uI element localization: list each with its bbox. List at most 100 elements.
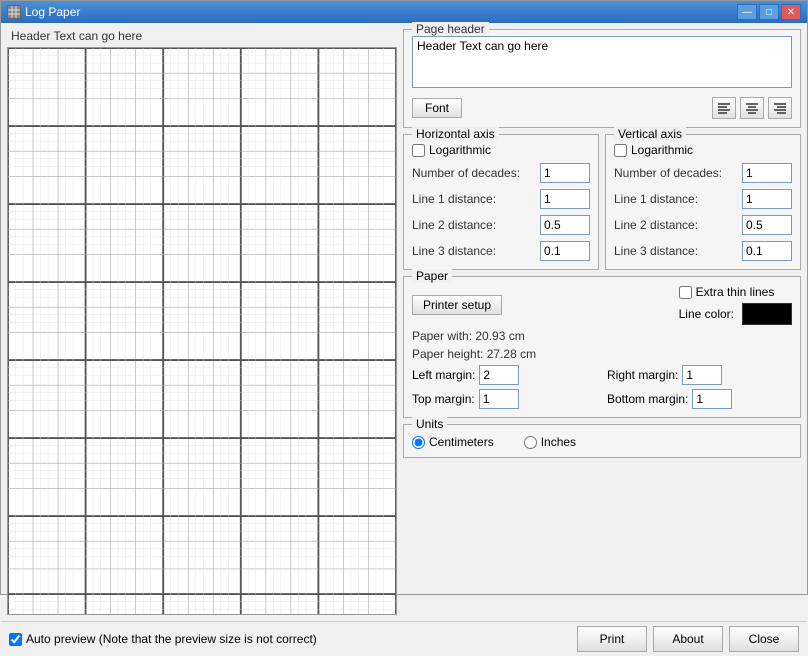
bottom-margin-label: Bottom margin:: [607, 392, 688, 406]
h-logarithmic-checkbox[interactable]: [412, 144, 425, 157]
log-paper-svg: [8, 48, 396, 614]
left-margin-pair: Left margin:: [412, 365, 597, 385]
extra-thin-row: Extra thin lines: [679, 285, 792, 299]
top-margin-input[interactable]: [479, 389, 519, 409]
font-align-row: Font: [412, 97, 792, 119]
print-button[interactable]: Print: [577, 626, 647, 652]
left-margin-input[interactable]: [479, 365, 519, 385]
paper-height-text: Paper height: 27.28 cm: [412, 347, 792, 361]
left-margin-label: Left margin:: [412, 368, 475, 382]
margins-row-1: Left margin: Right margin:: [412, 365, 792, 385]
h-decades-row: Number of decades:: [412, 163, 590, 183]
page-header-group: Page header Font: [403, 29, 801, 128]
printer-setup-button[interactable]: Printer setup: [412, 295, 502, 315]
title-controls: — □ ✕: [737, 4, 801, 20]
page-header-label: Page header: [412, 22, 489, 36]
v-line2-row: Line 2 distance:: [614, 215, 792, 235]
paper-width-text: Paper with: 20.93 cm: [412, 329, 792, 343]
paper-label: Paper: [412, 269, 452, 283]
v-line3-label: Line 3 distance:: [614, 244, 742, 258]
units-row: Centimeters Inches: [412, 435, 792, 449]
font-button[interactable]: Font: [412, 98, 462, 118]
bottom-margin-input[interactable]: [692, 389, 732, 409]
h-line1-label: Line 1 distance:: [412, 192, 540, 206]
h-line3-label: Line 3 distance:: [412, 244, 540, 258]
title-bar: Log Paper — □ ✕: [1, 1, 807, 23]
bottom-buttons: Print About Close: [577, 626, 799, 652]
page-header-textarea[interactable]: [412, 36, 792, 88]
h-line1-input[interactable]: [540, 189, 590, 209]
horizontal-axis-group: Horizontal axis Logarithmic Number of de…: [403, 134, 599, 270]
app-icon: [7, 5, 21, 19]
v-line3-row: Line 3 distance:: [614, 241, 792, 261]
right-margin-label: Right margin:: [607, 368, 678, 382]
main-content: Header Text can go here: [1, 23, 807, 621]
paper-top-row: Printer setup Extra thin lines Line colo…: [412, 285, 792, 325]
right-margin-pair: Right margin:: [607, 365, 792, 385]
h-decades-label: Number of decades:: [412, 166, 540, 180]
align-center-button[interactable]: [740, 97, 764, 119]
extra-thin-label: Extra thin lines: [696, 285, 775, 299]
centimeters-label: Centimeters: [429, 435, 494, 449]
v-line2-input[interactable]: [742, 215, 792, 235]
units-group: Units Centimeters Inches: [403, 424, 801, 458]
h-line3-input[interactable]: [540, 241, 590, 261]
h-decades-input[interactable]: [540, 163, 590, 183]
controls-section: Page header Font: [403, 29, 801, 615]
h-logarithmic-row: Logarithmic: [412, 143, 590, 157]
inches-radio[interactable]: [524, 436, 537, 449]
h-line2-row: Line 2 distance:: [412, 215, 590, 235]
v-decades-label: Number of decades:: [614, 166, 742, 180]
minimize-button[interactable]: —: [737, 4, 757, 20]
v-line2-label: Line 2 distance:: [614, 218, 742, 232]
log-paper-preview: [7, 47, 397, 615]
h-line3-row: Line 3 distance:: [412, 241, 590, 261]
right-margin-input[interactable]: [682, 365, 722, 385]
bottom-bar: Auto preview (Note that the preview size…: [1, 621, 807, 656]
auto-preview-row: Auto preview (Note that the preview size…: [9, 632, 577, 646]
v-line1-row: Line 1 distance:: [614, 189, 792, 209]
margins-row-2: Top margin: Bottom margin:: [412, 389, 792, 409]
axis-row: Horizontal axis Logarithmic Number of de…: [403, 134, 801, 270]
v-line1-input[interactable]: [742, 189, 792, 209]
vertical-axis-group: Vertical axis Logarithmic Number of deca…: [605, 134, 801, 270]
line-color-swatch[interactable]: [742, 303, 792, 325]
h-logarithmic-label: Logarithmic: [429, 143, 491, 157]
vertical-axis-label: Vertical axis: [614, 127, 686, 141]
inches-option: Inches: [524, 435, 576, 449]
v-logarithmic-row: Logarithmic: [614, 143, 792, 157]
close-button[interactable]: Close: [729, 626, 799, 652]
paper-right: Extra thin lines Line color:: [679, 285, 792, 325]
close-window-button[interactable]: ✕: [781, 4, 801, 20]
align-left-button[interactable]: [712, 97, 736, 119]
title-bar-left: Log Paper: [7, 5, 80, 19]
v-logarithmic-checkbox[interactable]: [614, 144, 627, 157]
bottom-margin-pair: Bottom margin:: [607, 389, 792, 409]
centimeters-radio[interactable]: [412, 436, 425, 449]
line-color-row: Line color:: [679, 303, 792, 325]
maximize-button[interactable]: □: [759, 4, 779, 20]
v-line1-label: Line 1 distance:: [614, 192, 742, 206]
centimeters-option: Centimeters: [412, 435, 494, 449]
auto-preview-label: Auto preview (Note that the preview size…: [26, 632, 317, 646]
align-right-button[interactable]: [768, 97, 792, 119]
preview-header-text: Header Text can go here: [7, 29, 397, 43]
horizontal-axis-label: Horizontal axis: [412, 127, 499, 141]
top-margin-label: Top margin:: [412, 392, 475, 406]
extra-thin-checkbox[interactable]: [679, 286, 692, 299]
line-color-label: Line color:: [679, 307, 734, 321]
main-window: Log Paper — □ ✕ Header Text can go here: [0, 0, 808, 595]
paper-left: Printer setup: [412, 295, 679, 315]
top-margin-pair: Top margin:: [412, 389, 597, 409]
v-logarithmic-label: Logarithmic: [631, 143, 693, 157]
h-line2-input[interactable]: [540, 215, 590, 235]
h-line2-label: Line 2 distance:: [412, 218, 540, 232]
v-decades-input[interactable]: [742, 163, 792, 183]
h-line1-row: Line 1 distance:: [412, 189, 590, 209]
v-line3-input[interactable]: [742, 241, 792, 261]
window-title: Log Paper: [25, 5, 80, 19]
auto-preview-checkbox[interactable]: [9, 633, 22, 646]
about-button[interactable]: About: [653, 626, 723, 652]
inches-label: Inches: [541, 435, 576, 449]
preview-section: Header Text can go here: [7, 29, 397, 615]
